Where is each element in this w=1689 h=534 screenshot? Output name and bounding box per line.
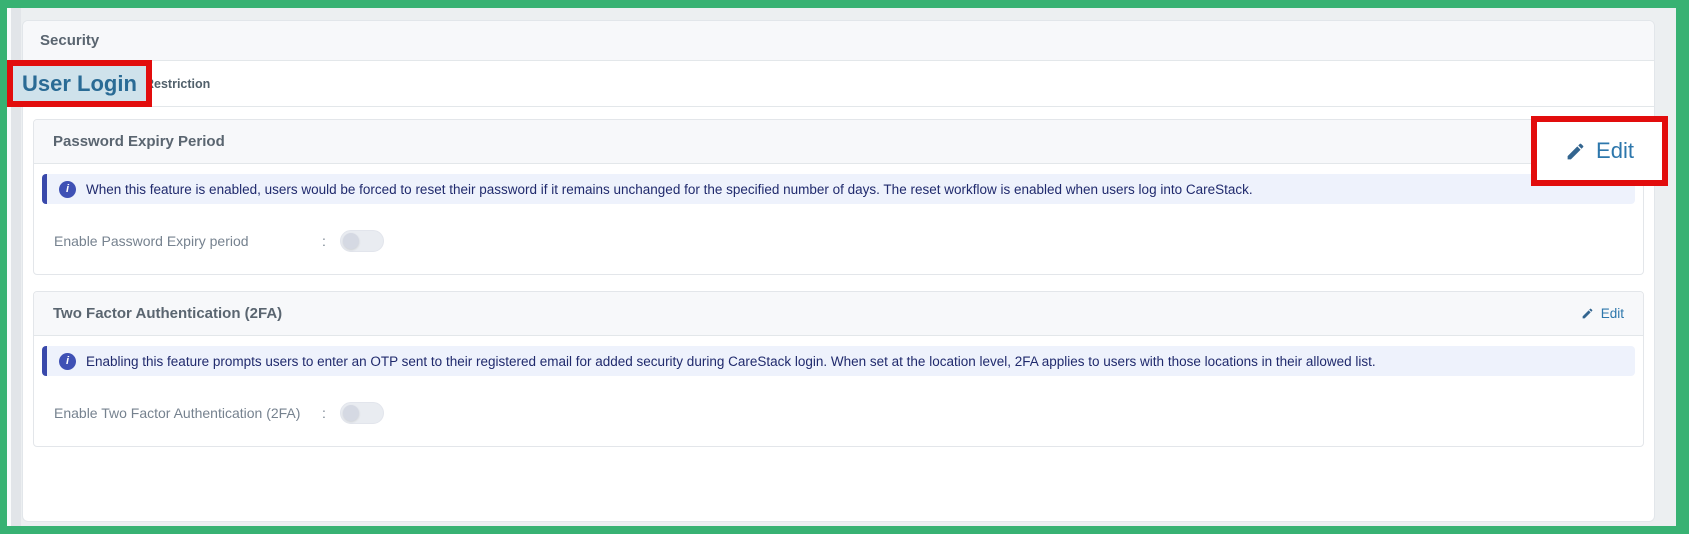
two-factor-card-body: i Enabling this feature prompts users to…	[34, 336, 1643, 446]
screenshot-frame: Security User Login Restriction Password…	[0, 0, 1689, 534]
security-panel: Security User Login Restriction Password…	[7, 20, 1668, 522]
tab-bar: User Login Restriction	[7, 60, 1654, 107]
edit-button-highlight: Edit	[1531, 116, 1668, 186]
two-factor-toggle-switch[interactable]	[339, 402, 384, 424]
toggle-row: Enable Password Expiry period :	[54, 230, 1635, 252]
label-separator: :	[322, 233, 326, 249]
pencil-icon	[1582, 308, 1593, 319]
two-factor-card: Two Factor Authentication (2FA) Edit i E…	[33, 291, 1644, 447]
label-separator: :	[322, 405, 326, 421]
toggle-label: Enable Password Expiry period	[54, 233, 249, 249]
pencil-icon	[1567, 143, 1584, 159]
toggle-row: Enable Two Factor Authentication (2FA) :	[54, 402, 1635, 424]
info-icon: i	[59, 352, 76, 370]
password-expiry-card-header: Password Expiry Period Edit	[34, 116, 1668, 186]
edit-button[interactable]: Edit	[1581, 306, 1624, 321]
panel-content: Password Expiry Period Edit i When this …	[23, 107, 1668, 447]
info-alert: i When this feature is enabled, users wo…	[42, 174, 1635, 204]
info-alert: i Enabling this feature prompts users to…	[42, 346, 1635, 376]
two-factor-card-header: Two Factor Authentication (2FA) Edit	[34, 292, 1643, 336]
user-login-tab-highlight: User Login	[7, 60, 152, 107]
edit-button-label: Edit	[1600, 306, 1624, 321]
switch-knob	[342, 233, 359, 249]
tab-user-login[interactable]: User Login	[22, 71, 137, 97]
password-expiry-card: Password Expiry Period Edit i When this …	[33, 116, 1668, 275]
info-icon: i	[59, 180, 76, 198]
password-expiry-toggle-switch[interactable]	[339, 230, 384, 252]
tab-restriction[interactable]: Restriction	[145, 77, 210, 91]
info-alert-text: Enabling this feature prompts users to e…	[86, 353, 1376, 369]
toggle-label: Enable Two Factor Authentication (2FA)	[54, 405, 301, 421]
card-title: Password Expiry Period	[53, 133, 225, 150]
page-background: Security User Login Restriction Password…	[7, 8, 1676, 526]
panel-header: Security	[23, 21, 1654, 61]
info-alert-text: When this feature is enabled, users woul…	[86, 181, 1253, 197]
edit-button-label: Edit	[1596, 138, 1634, 163]
edit-button[interactable]: Edit	[1565, 138, 1634, 164]
switch-knob	[342, 405, 359, 421]
password-expiry-card-body: i When this feature is enabled, users wo…	[34, 164, 1643, 274]
card-title: Two Factor Authentication (2FA)	[53, 305, 283, 322]
page-title: Security	[40, 32, 100, 49]
